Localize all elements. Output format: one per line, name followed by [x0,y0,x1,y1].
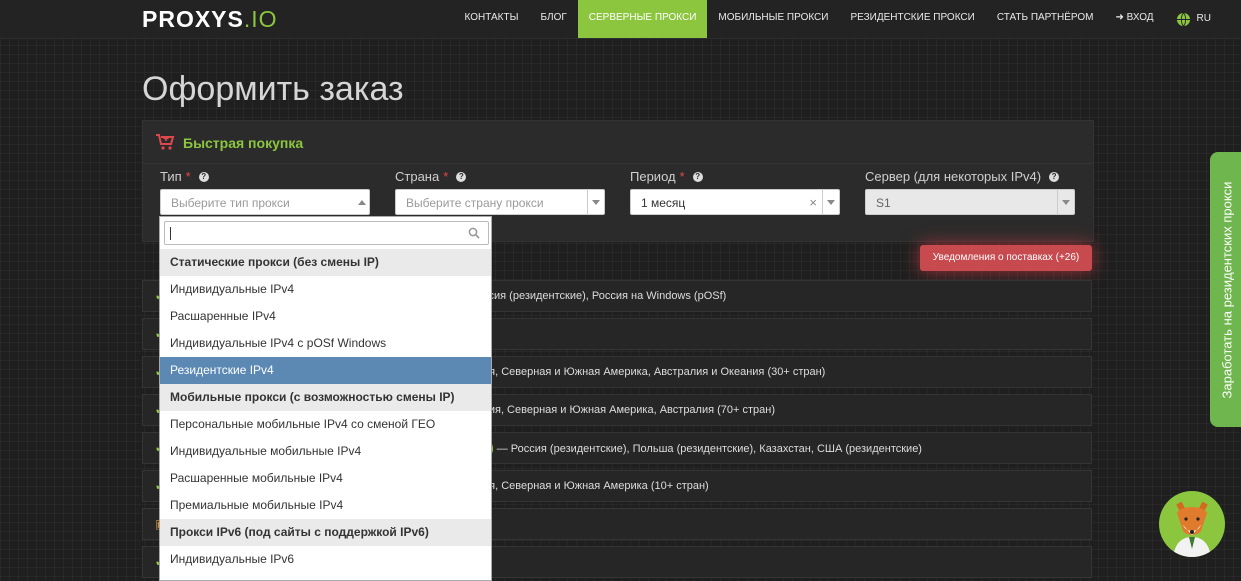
panel-header: Быстрая покупка [143,121,1093,164]
row-text: вия, Северная и Южная Америка, Австралия… [483,404,776,416]
fox-mascot-icon [1173,501,1211,557]
earn-residential-tab[interactable]: Заработать на резидентских прокси [1210,152,1241,427]
option-shared-ipv4[interactable]: Расшаренные IPv4 [160,303,491,330]
option-individual-ipv6[interactable]: Индивидуальные IPv6 [160,546,491,573]
server-field: Сервер (для некоторых IPv4)? S1 [865,169,1075,215]
option-group-static: Статические прокси (без смены IP) [160,249,491,276]
period-field: Период *? 1 месяц × [630,169,840,215]
cart-icon [156,134,175,150]
type-select[interactable]: Выберите тип прокси [160,189,370,215]
nav-contacts[interactable]: КОНТАКТЫ [454,0,530,38]
option-shared-ipv6[interactable]: Расшаренные IPv6 [160,573,491,580]
nav-mobile-proxies[interactable]: МОБИЛЬНЫЕ ПРОКСИ [707,0,839,38]
nav-partner[interactable]: СТАТЬ ПАРТНЁРОМ [986,0,1105,38]
help-icon[interactable]: ? [198,171,209,182]
type-label-text: Тип [160,169,182,184]
clear-icon[interactable]: × [809,190,817,216]
period-label-text: Период [630,169,676,184]
chevron-down-icon [822,190,839,214]
server-value: S1 [876,196,891,210]
server-label: Сервер (для некоторых IPv4)? [865,169,1060,184]
period-value: 1 месяц [641,196,686,210]
page-title: Оформить заказ [142,70,404,108]
type-label: Тип *? [160,169,209,184]
type-field: Тип *? Выберите тип прокси [160,169,370,215]
country-label-text: Страна [395,169,440,184]
chevron-down-icon [1057,190,1074,214]
dropdown-options: Статические прокси (без смены IP) Индиви… [160,249,491,580]
country-placeholder: Выберите страну прокси [406,196,544,210]
language-switcher[interactable]: RU [1165,0,1241,38]
chevron-up-icon [354,190,370,214]
logo-tld: .IO [243,6,278,32]
text-caret [170,227,171,240]
side-tab-label: Заработать на резидентских прокси [1219,181,1235,398]
main-nav: КОНТАКТЫ БЛОГ СЕРВЕРНЫЕ ПРОКСИ МОБИЛЬНЫЕ… [454,0,1241,38]
search-icon [468,227,480,239]
type-dropdown: Статические прокси (без смены IP) Индиви… [159,216,492,581]
option-personal-mobile-geo[interactable]: Персональные мобильные IPv4 со сменой ГЕ… [160,411,491,438]
option-group-ipv6: Прокси IPv6 (под сайты с поддержкой IPv6… [160,519,491,546]
period-label: Период *? [630,169,703,184]
row-text: ия, Северная и Южная Америка, Австралия … [483,366,826,378]
nav-login[interactable]: ➜ ВХОД [1104,0,1164,38]
dropdown-search-input[interactable] [164,221,489,245]
country-label: Страна *? [395,169,467,184]
support-chat-avatar[interactable] [1159,491,1225,557]
server-select[interactable]: S1 [865,189,1075,215]
country-select[interactable]: Выберите страну прокси [395,189,605,215]
option-shared-mobile[interactable]: Расшаренные мобильные IPv4 [160,465,491,492]
option-individual-ipv4-posf[interactable]: Индивидуальные IPv4 с pOSf Windows [160,330,491,357]
option-premium-mobile[interactable]: Премиальные мобильные IPv4 [160,492,491,519]
panel-title: Быстрая покупка [183,135,304,151]
help-icon[interactable]: ? [692,171,703,182]
required-mark: * [679,169,685,184]
nav-residential-proxies[interactable]: РЕЗИДЕНТСКИЕ ПРОКСИ [839,0,985,38]
option-group-mobile: Мобильные прокси (с возможностью смены I… [160,384,491,411]
required-mark: * [185,169,191,184]
language-label: RU [1196,13,1211,24]
nav-login-label: ВХОД [1126,12,1154,23]
server-label-text: Сервер (для некоторых IPv4) [865,169,1042,184]
top-navbar: PROXYS.IO КОНТАКТЫ БЛОГ СЕРВЕРНЫЕ ПРОКСИ… [0,0,1241,39]
option-individual-mobile[interactable]: Индивидуальные мобильные IPv4 [160,438,491,465]
logo-text: PROXYS [142,6,244,32]
row-text: ссия (резидентские), Россия на Windows (… [483,290,727,302]
chevron-down-icon [587,190,604,214]
nav-server-proxies[interactable]: СЕРВЕРНЫЕ ПРОКСИ [577,0,708,38]
nav-blog[interactable]: БЛОГ [529,0,577,38]
row-text: — Россия (резидентские), Польша (резиден… [493,443,922,455]
required-mark: * [443,169,449,184]
row-text: ия, Северная и Южная Америка (10+ стран) [483,480,709,492]
country-field: Страна *? Выберите страну прокси [395,169,605,215]
supply-notifications-button[interactable]: Уведомления о поставках (+26) [920,245,1092,271]
option-individual-ipv4[interactable]: Индивидуальные IPv4 [160,276,491,303]
help-icon[interactable]: ? [456,171,467,182]
help-icon[interactable]: ? [1049,171,1060,182]
login-icon: ➜ [1115,12,1124,23]
globe-icon [1176,12,1190,26]
period-select[interactable]: 1 месяц × [630,189,840,215]
logo[interactable]: PROXYS.IO [142,6,278,32]
option-residential-ipv4[interactable]: Резидентские IPv4 [160,357,491,384]
